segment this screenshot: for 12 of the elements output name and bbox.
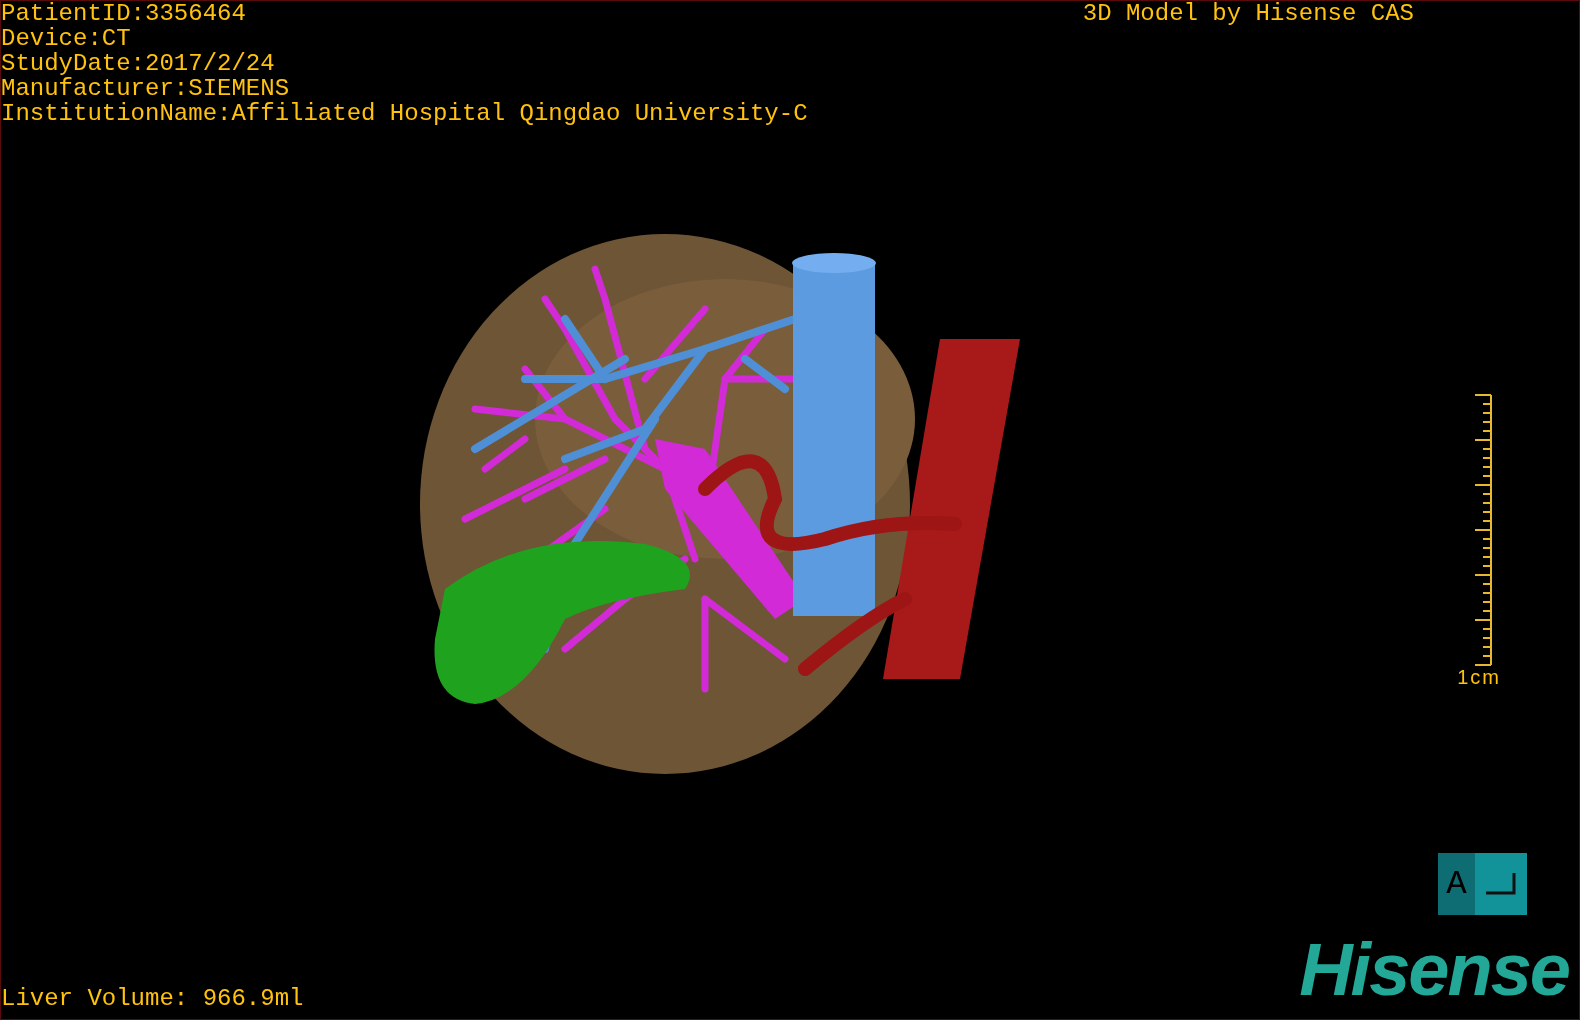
orientation-cube-label: A xyxy=(1438,853,1475,915)
patient-info-text: StudyDate:2017/2/24 xyxy=(1,51,276,76)
model-credit-text: 3D Model by Hisense CAS xyxy=(1082,1,1414,29)
patient-info-text: PatientID:3356464 xyxy=(1,1,247,26)
patient-info-text: Device:CT xyxy=(1,26,132,51)
liver-volume-text: Liver Volume: 966.9ml xyxy=(1,986,304,1011)
patient-info-text: Manufacturer:SIEMENS xyxy=(1,76,291,101)
scale-ruler-icon xyxy=(1475,394,1494,666)
scale-label: 1cm xyxy=(1457,666,1501,688)
patient-info-text: InstitutionName:Affiliated Hospital Qingdao University-C xyxy=(1,101,808,126)
corner-mark-icon xyxy=(1486,873,1516,895)
brand-logo: Hisense xyxy=(1299,935,1570,1005)
